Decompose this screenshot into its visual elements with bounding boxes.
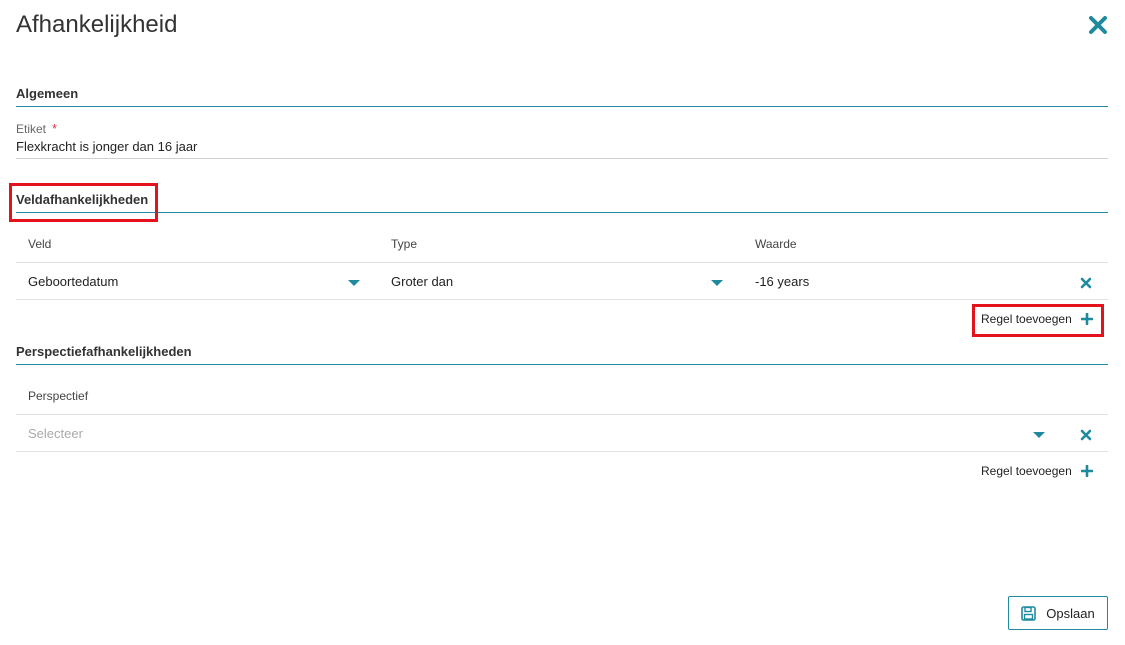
section-title-general: Algemeen xyxy=(16,86,79,101)
chevron-down-icon[interactable] xyxy=(348,280,360,286)
label-field-underline xyxy=(16,158,1108,159)
column-header-type: Type xyxy=(391,237,418,251)
value-input[interactable]: -16 years xyxy=(755,274,809,289)
section-title-perspective-dependencies: Perspectiefafhankelijkheden xyxy=(16,344,192,359)
label-field-input[interactable]: Flexkracht is jonger dan 16 jaar xyxy=(16,139,197,154)
table-row-divider xyxy=(16,262,1108,263)
dialog-title: Afhankelijkheid xyxy=(16,11,178,38)
section-divider xyxy=(16,212,1108,213)
column-header-perspective: Perspectief xyxy=(28,389,89,403)
remove-row-icon[interactable] xyxy=(1080,276,1092,289)
add-perspective-row-button[interactable]: Regel toevoegen xyxy=(981,464,1093,478)
highlight-box xyxy=(972,304,1104,337)
column-header-value: Waarde xyxy=(755,237,797,251)
field-select[interactable]: Geboortedatum xyxy=(28,274,118,289)
type-select[interactable]: Groter dan xyxy=(391,274,453,289)
table-row-divider xyxy=(16,451,1108,452)
section-divider xyxy=(16,364,1108,365)
save-button-label: Opslaan xyxy=(1046,605,1095,621)
plus-icon xyxy=(1080,465,1093,477)
remove-row-icon[interactable] xyxy=(1080,428,1092,441)
highlight-box xyxy=(9,183,158,222)
label-field-label: Etiket * xyxy=(16,121,57,136)
close-icon[interactable] xyxy=(1087,14,1109,36)
save-button[interactable]: Opslaan xyxy=(1008,596,1108,630)
table-row-divider xyxy=(16,299,1108,300)
add-row-label: Regel toevoegen xyxy=(981,464,1072,478)
table-row-divider xyxy=(16,414,1108,415)
perspective-select[interactable]: Selecteer xyxy=(28,426,83,441)
column-header-field: Veld xyxy=(28,237,52,251)
dependency-dialog: Afhankelijkheid Algemeen Etiket * Flexkra… xyxy=(0,0,1125,645)
chevron-down-icon[interactable] xyxy=(1033,432,1045,438)
floppy-disk-icon xyxy=(1021,605,1037,621)
chevron-down-icon[interactable] xyxy=(711,280,723,286)
section-divider xyxy=(16,106,1108,107)
required-marker: * xyxy=(52,121,58,136)
label-field-label-text: Etiket xyxy=(16,122,47,136)
